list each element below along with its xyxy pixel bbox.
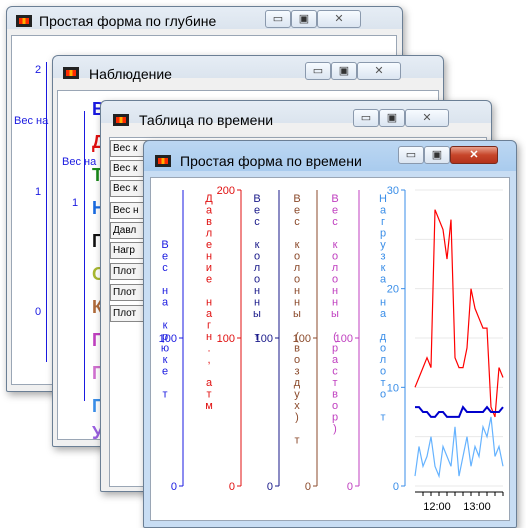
series-line-0 xyxy=(414,209,504,418)
window-title: Простая форма по времени xyxy=(180,153,362,169)
axis-tick-label: 0 xyxy=(305,481,311,493)
axis-tick-label: 200 xyxy=(217,185,235,197)
series-line-1 xyxy=(415,405,504,418)
close-button[interactable]: ✕ xyxy=(450,146,498,164)
axis-tick: 2 xyxy=(35,64,42,76)
maximize-button[interactable]: ▣ xyxy=(291,10,317,28)
minimize-button[interactable]: ▭ xyxy=(265,10,291,28)
x-tick-label: 12:00 xyxy=(423,501,451,513)
axis-tick-label: 0 xyxy=(347,481,353,493)
axis-label: Нагрузка на долото т xyxy=(379,193,387,424)
axis-tick-label: 20 xyxy=(387,284,399,296)
axis-tick-label: 10 xyxy=(387,382,399,394)
time-chart: 1000В е с на крюке т2001000Д а в л е н и е нагн.,… xyxy=(159,185,504,513)
window-title: Простая форма по глубине xyxy=(39,13,217,29)
axis-tick-label: 0 xyxy=(267,481,273,493)
close-button[interactable]: ✕ xyxy=(317,10,361,28)
maximize-button[interactable]: ▣ xyxy=(331,62,357,80)
minimize-button[interactable]: ▭ xyxy=(398,146,424,164)
series-line-2 xyxy=(414,416,504,479)
titlebar[interactable]: Простая форма по времени ▭ ▣ ✕ xyxy=(144,141,516,169)
axis-tick: 1 xyxy=(35,186,42,198)
axis-line xyxy=(84,111,85,401)
axis-label: Вес колонны (в о з д у х) т xyxy=(293,193,301,447)
axis-tick-label: 100 xyxy=(217,333,235,345)
axis-tick-label: 0 xyxy=(393,481,399,493)
close-button[interactable]: ✕ xyxy=(405,109,449,127)
axis-label: Вес на крюке т xyxy=(62,156,138,168)
axis-line xyxy=(46,62,47,362)
axis-tick-label: 0 xyxy=(171,481,177,493)
titlebar[interactable]: Наблюдение ▭ ▣ ✕ xyxy=(53,56,443,84)
chart-area: 100 0 Ве с на крюке т 200 100 0 Да в л е н и е нагн.,… xyxy=(150,177,510,521)
app-icon xyxy=(16,15,32,27)
minimize-button[interactable]: ▭ xyxy=(305,62,331,80)
axis-label: Вес на крюке т xyxy=(161,239,169,401)
app-icon xyxy=(113,114,129,126)
axis-label: Давление нагн., атм xyxy=(205,193,213,412)
window-title: Наблюдение xyxy=(89,66,172,82)
axis-tick: 0 xyxy=(35,306,42,318)
axis-tick-label: 0 xyxy=(229,481,235,493)
axis-label: Вес колонны (р а с т в о р) xyxy=(331,193,339,435)
axis-tick-label: 30 xyxy=(387,185,399,197)
maximize-button[interactable]: ▣ xyxy=(379,109,405,127)
axis-label: Вес на крюке т xyxy=(14,115,90,127)
maximize-button[interactable]: ▣ xyxy=(424,146,450,164)
axis-tick: 1 xyxy=(72,197,79,209)
axis-label: Вес колонны т xyxy=(253,193,261,343)
window-time-form[interactable]: Простая форма по времени ▭ ▣ ✕ 100 0 Ве с н… xyxy=(143,140,517,528)
app-icon xyxy=(155,155,171,167)
close-button[interactable]: ✕ xyxy=(357,62,401,80)
titlebar[interactable]: Простая форма по глубине ▭ ▣ ✕ xyxy=(7,7,402,35)
x-tick-label: 13:00 xyxy=(463,501,491,513)
titlebar[interactable]: Таблица по времени ▭ ▣ ✕ xyxy=(101,101,491,129)
minimize-button[interactable]: ▭ xyxy=(353,109,379,127)
app-icon xyxy=(63,67,79,79)
window-title: Таблица по времени xyxy=(139,112,274,128)
